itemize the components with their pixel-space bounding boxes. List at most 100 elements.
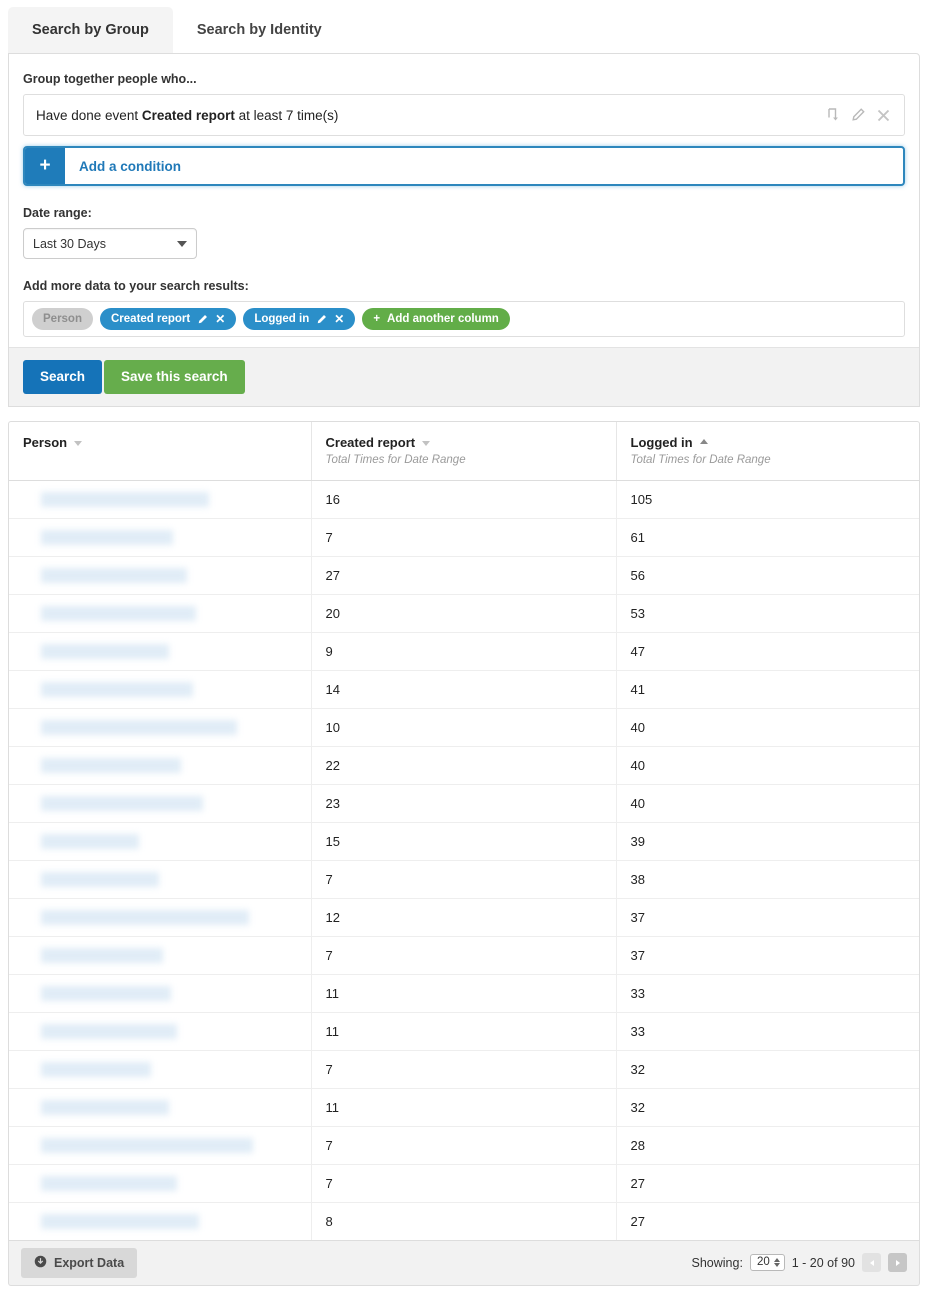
plus-icon: +: [373, 313, 381, 325]
cell-person[interactable]: [9, 1088, 311, 1127]
table-row[interactable]: 7 61: [9, 518, 919, 557]
redacted-person-name: [41, 871, 159, 887]
cell-logged-in: 32: [615, 1088, 919, 1127]
query-builder-body: Group together people who... Have done e…: [9, 54, 919, 347]
pencil-icon[interactable]: [197, 314, 208, 325]
table-row[interactable]: 7 37: [9, 936, 919, 975]
column-pill-created-report[interactable]: Created report ✕: [100, 308, 237, 330]
close-icon[interactable]: ✕: [215, 313, 225, 325]
table-row[interactable]: 8 27: [9, 1202, 919, 1240]
table-row[interactable]: 20 53: [9, 594, 919, 633]
sort-ascending-icon[interactable]: [699, 439, 708, 445]
redacted-person-name: [41, 643, 169, 659]
stepper-arrows-icon[interactable]: [773, 1257, 780, 1267]
redacted-person-name: [41, 1061, 151, 1077]
redacted-person-name: [41, 833, 139, 849]
date-range-section: Date range: Last 30 Days: [23, 206, 905, 259]
cell-person[interactable]: [9, 1012, 311, 1051]
table-row[interactable]: 7 27: [9, 1164, 919, 1203]
table-row[interactable]: 9 47: [9, 632, 919, 671]
cell-person[interactable]: [9, 860, 311, 899]
table-row[interactable]: 10 40: [9, 708, 919, 747]
cell-person[interactable]: [9, 708, 311, 747]
column-header-created-report[interactable]: Created report Total Times for Date Rang…: [310, 421, 616, 481]
cell-person[interactable]: [9, 670, 311, 709]
table-row[interactable]: 14 41: [9, 670, 919, 709]
tab-label: Search by Group: [32, 21, 149, 38]
add-condition-label[interactable]: Add a condition: [65, 148, 903, 184]
table-row[interactable]: 7 28: [9, 1126, 919, 1165]
table-row[interactable]: 27 56: [9, 556, 919, 595]
redacted-person-name: [41, 1137, 253, 1153]
redacted-person-name: [41, 529, 173, 545]
chevron-left-icon: [869, 1259, 874, 1266]
next-page-button[interactable]: [888, 1253, 907, 1273]
table-row[interactable]: 7 38: [9, 860, 919, 899]
cell-created-report: 7: [310, 518, 616, 557]
table-row[interactable]: 7 32: [9, 1050, 919, 1089]
cell-person[interactable]: [9, 632, 311, 671]
close-icon[interactable]: [877, 109, 890, 122]
cell-person[interactable]: [9, 594, 311, 633]
cell-created-report: 7: [310, 860, 616, 899]
cell-logged-in: 37: [615, 936, 919, 975]
cell-person[interactable]: [9, 518, 311, 557]
column-pill-logged-in[interactable]: Logged in ✕: [243, 308, 356, 330]
previous-page-button[interactable]: [862, 1253, 881, 1273]
redacted-person-name: [41, 567, 187, 583]
chevron-right-icon: [895, 1259, 900, 1266]
export-data-label: Export Data: [54, 1255, 125, 1270]
cell-created-report: 7: [310, 1164, 616, 1203]
cell-person[interactable]: [9, 746, 311, 785]
column-header-person[interactable]: Person: [9, 421, 311, 481]
close-icon[interactable]: ✕: [334, 313, 344, 325]
results-table: Person Created report Total Times for Da…: [9, 421, 919, 1240]
cell-person[interactable]: [9, 1126, 311, 1165]
cell-person[interactable]: [9, 784, 311, 823]
cell-person[interactable]: [9, 1202, 311, 1240]
table-row[interactable]: 11 33: [9, 1012, 919, 1051]
cell-logged-in: 32: [615, 1050, 919, 1089]
cell-person[interactable]: [9, 1164, 311, 1203]
table-row[interactable]: 12 37: [9, 898, 919, 937]
add-another-column-button[interactable]: + Add another column: [362, 308, 510, 330]
table-row[interactable]: 11 32: [9, 1088, 919, 1127]
cell-person[interactable]: [9, 898, 311, 937]
table-row[interactable]: 15 39: [9, 822, 919, 861]
cell-created-report: 14: [310, 670, 616, 709]
add-condition-row[interactable]: + Add a condition: [23, 146, 905, 186]
table-row[interactable]: 23 40: [9, 784, 919, 823]
table-row[interactable]: 22 40: [9, 746, 919, 785]
column-header-logged-in[interactable]: Logged in Total Times for Date Range: [615, 421, 919, 481]
sort-descending-icon[interactable]: [74, 440, 83, 446]
save-this-search-button[interactable]: Save this search: [104, 360, 245, 394]
table-body: 16 105 7 61 27 56 20 53 9 47 14 41 10 40 22 40 23 40 15 39 7…: [9, 480, 919, 1240]
tab-search-by-group[interactable]: Search by Group: [8, 6, 173, 53]
pencil-icon[interactable]: [316, 314, 327, 325]
table-row[interactable]: 16 105: [9, 480, 919, 519]
tab-search-by-identity[interactable]: Search by Identity: [173, 7, 346, 53]
redacted-person-name: [41, 795, 203, 811]
cell-person[interactable]: [9, 1050, 311, 1089]
table-row[interactable]: 11 33: [9, 974, 919, 1013]
cell-person[interactable]: [9, 936, 311, 975]
sort-descending-icon[interactable]: [422, 440, 431, 446]
cell-person[interactable]: [9, 822, 311, 861]
cell-person[interactable]: [9, 480, 311, 519]
branch-icon[interactable]: [826, 108, 839, 122]
download-circle-icon: [34, 1255, 47, 1271]
cell-person[interactable]: [9, 556, 311, 595]
plus-icon[interactable]: +: [25, 148, 65, 184]
page-size-stepper[interactable]: 20: [749, 1254, 785, 1272]
cell-logged-in: 38: [615, 860, 919, 899]
cell-person[interactable]: [9, 974, 311, 1013]
search-button[interactable]: Search: [23, 360, 103, 394]
condition-row[interactable]: Have done event Created report at least …: [23, 94, 905, 136]
cell-logged-in: 37: [615, 898, 919, 937]
date-range-select[interactable]: Last 30 Days: [23, 228, 197, 259]
export-data-button[interactable]: Export Data: [21, 1247, 138, 1278]
add-column-label: Add another column: [387, 313, 499, 325]
redacted-person-name: [41, 681, 193, 697]
pencil-icon[interactable]: [851, 108, 865, 122]
redacted-person-name: [41, 1213, 199, 1229]
